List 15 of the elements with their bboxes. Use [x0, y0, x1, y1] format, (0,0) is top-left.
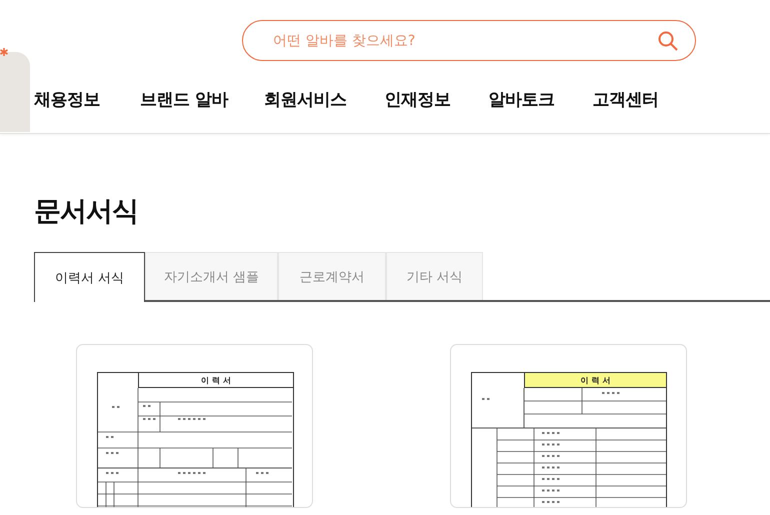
form-title: 이 력 서: [138, 373, 293, 388]
form-title: 이 력 서: [524, 373, 666, 388]
nav-link[interactable]: 고객센터: [592, 87, 658, 113]
nav-link[interactable]: 인재정보: [384, 87, 450, 113]
nav-link[interactable]: 알바토크: [488, 87, 554, 113]
asterisk-icon: [0, 48, 8, 56]
form-card[interactable]: 이 력 서: [76, 344, 313, 508]
page-title: 문서서식: [34, 195, 138, 229]
tab[interactable]: 이력서 서식: [34, 252, 145, 302]
nav-link[interactable]: 브랜드 알바: [140, 87, 228, 113]
nav-link[interactable]: 채용정보: [34, 87, 100, 113]
nav-link[interactable]: 회원서비스: [264, 87, 346, 113]
search-icon[interactable]: [658, 31, 678, 51]
search-field[interactable]: 어떤 알바를 찾으세요?: [242, 20, 696, 61]
form-card[interactable]: 이 력 서: [450, 344, 687, 508]
